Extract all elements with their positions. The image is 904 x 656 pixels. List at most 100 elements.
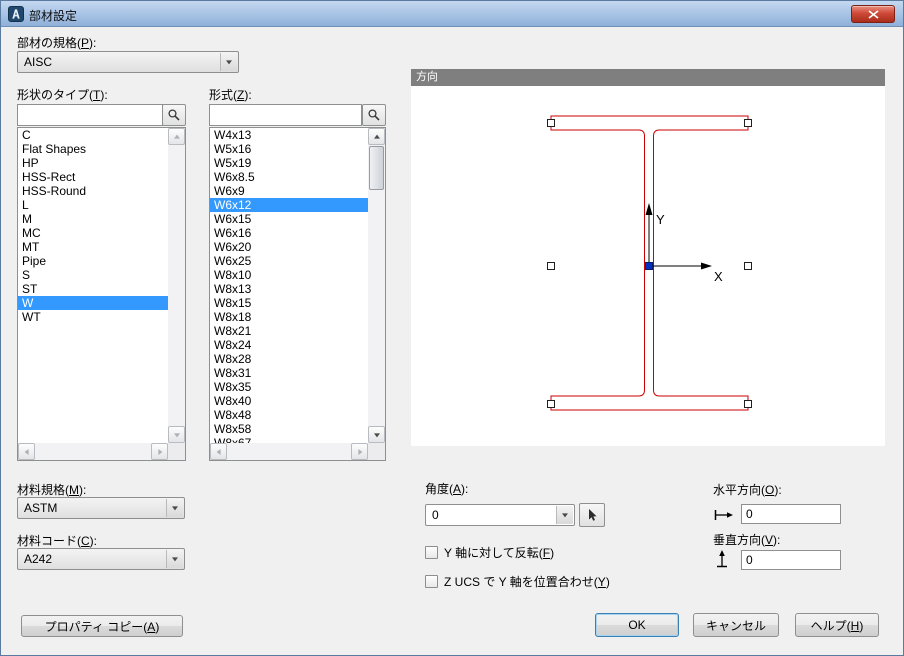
list-item[interactable]: W: [18, 296, 168, 310]
flip-y-checkbox-box[interactable]: [425, 546, 438, 559]
vertical-scrollbar[interactable]: [368, 128, 385, 443]
grip-bottom-left[interactable]: [547, 400, 555, 408]
spec-combobox[interactable]: AISC: [17, 51, 239, 73]
direction-header: 方向: [411, 69, 885, 86]
list-item[interactable]: W6x8.5: [210, 170, 368, 184]
vertical-scrollbar[interactable]: [168, 128, 185, 443]
triangle-left-icon: [24, 448, 29, 455]
angle-combobox-arrow[interactable]: [556, 506, 573, 524]
grip-top-right[interactable]: [744, 119, 752, 127]
list-item[interactable]: MT: [18, 240, 168, 254]
grip-mid-left[interactable]: [547, 262, 555, 270]
horizontal-scrollbar[interactable]: [18, 443, 168, 460]
x-axis-label: X: [714, 269, 723, 284]
list-item[interactable]: S: [18, 268, 168, 282]
horizontal-input[interactable]: [741, 504, 841, 524]
scroll-left-button[interactable]: [18, 443, 35, 460]
shape-search-input[interactable]: [209, 104, 362, 126]
list-item[interactable]: HSS-Round: [18, 184, 168, 198]
list-item[interactable]: W8x13: [210, 282, 368, 296]
material-code-combobox-value: A242: [24, 552, 53, 566]
chevron-down-icon: [172, 557, 178, 562]
list-item[interactable]: L: [18, 198, 168, 212]
list-item[interactable]: W6x15: [210, 212, 368, 226]
ok-button[interactable]: OK: [595, 613, 679, 637]
list-item[interactable]: W6x12: [210, 198, 368, 212]
list-item[interactable]: ST: [18, 282, 168, 296]
list-item[interactable]: W8x24: [210, 338, 368, 352]
list-item[interactable]: W4x13: [210, 128, 368, 142]
list-item[interactable]: W8x48: [210, 408, 368, 422]
close-button[interactable]: [851, 5, 895, 23]
shape-type-search-button[interactable]: [162, 104, 186, 126]
help-button-label: ヘルプ(H): [810, 618, 864, 633]
search-icon: [168, 109, 180, 121]
list-item[interactable]: W8x18: [210, 310, 368, 324]
scrollbar-thumb[interactable]: [369, 146, 384, 190]
flip-y-checkbox-label: Y 軸に対して反転(F): [444, 546, 555, 560]
grip-center[interactable]: [645, 262, 653, 270]
grip-top-left[interactable]: [547, 119, 555, 127]
direction-preview: Y X: [411, 86, 885, 446]
list-item[interactable]: W8x58: [210, 422, 368, 436]
list-item[interactable]: WT: [18, 310, 168, 324]
vertical-input[interactable]: [741, 550, 841, 570]
list-item[interactable]: W6x20: [210, 240, 368, 254]
shape-type-search-input[interactable]: [17, 104, 163, 126]
material-spec-combobox-arrow[interactable]: [166, 499, 183, 517]
list-item[interactable]: W8x40: [210, 394, 368, 408]
list-item[interactable]: M: [18, 212, 168, 226]
scroll-up-button[interactable]: [168, 128, 185, 145]
list-item[interactable]: W8x10: [210, 268, 368, 282]
list-item[interactable]: W8x67: [210, 436, 368, 443]
horizontal-scrollbar[interactable]: [210, 443, 368, 460]
copy-properties-button[interactable]: プロパティ コピー(A): [21, 615, 183, 637]
scrollbar-corner: [168, 443, 185, 460]
shape-search-button[interactable]: [362, 104, 386, 126]
list-item[interactable]: HP: [18, 156, 168, 170]
scroll-down-button[interactable]: [368, 426, 385, 443]
angle-combobox-value: 0: [432, 508, 439, 522]
list-item[interactable]: W6x16: [210, 226, 368, 240]
list-item[interactable]: W8x31: [210, 366, 368, 380]
material-spec-combobox[interactable]: ASTM: [17, 497, 185, 519]
grip-mid-right[interactable]: [744, 262, 752, 270]
list-item[interactable]: HSS-Rect: [18, 170, 168, 184]
scrollbar-corner: [368, 443, 385, 460]
list-item[interactable]: Flat Shapes: [18, 142, 168, 156]
list-item[interactable]: W8x15: [210, 296, 368, 310]
scroll-right-button[interactable]: [151, 443, 168, 460]
spec-combobox-arrow[interactable]: [220, 53, 237, 71]
help-button[interactable]: ヘルプ(H): [795, 613, 879, 637]
angle-label: 角度(A):: [425, 482, 469, 496]
search-icon: [368, 109, 380, 121]
grip-bottom-right[interactable]: [744, 400, 752, 408]
list-item[interactable]: W6x25: [210, 254, 368, 268]
angle-combobox[interactable]: 0: [425, 504, 575, 526]
app-icon: [8, 6, 24, 22]
align-z-checkbox[interactable]: Z UCS で Y 軸を位置合わせ(Y): [425, 573, 610, 590]
titlebar[interactable]: 部材設定: [1, 1, 903, 27]
list-item[interactable]: W8x35: [210, 380, 368, 394]
list-item[interactable]: W5x16: [210, 142, 368, 156]
cancel-button[interactable]: キャンセル: [693, 613, 779, 637]
list-item[interactable]: W8x28: [210, 352, 368, 366]
list-item[interactable]: C: [18, 128, 168, 142]
copy-properties-button-label: プロパティ コピー(A): [44, 619, 160, 634]
pick-angle-button[interactable]: [579, 503, 605, 527]
flip-y-checkbox[interactable]: Y 軸に対して反転(F): [425, 544, 554, 561]
material-spec-label: 材料規格(M):: [17, 483, 87, 497]
scroll-left-button[interactable]: [210, 443, 227, 460]
horizontal-label: 水平方向(O):: [713, 483, 782, 497]
list-item[interactable]: Pipe: [18, 254, 168, 268]
scroll-down-button[interactable]: [168, 426, 185, 443]
material-code-combobox-arrow[interactable]: [166, 550, 183, 568]
scroll-right-button[interactable]: [351, 443, 368, 460]
align-z-checkbox-box[interactable]: [425, 575, 438, 588]
list-item[interactable]: MC: [18, 226, 168, 240]
scroll-up-button[interactable]: [368, 128, 385, 145]
list-item[interactable]: W6x9: [210, 184, 368, 198]
list-item[interactable]: W8x21: [210, 324, 368, 338]
material-code-combobox[interactable]: A242: [17, 548, 185, 570]
list-item[interactable]: W5x19: [210, 156, 368, 170]
